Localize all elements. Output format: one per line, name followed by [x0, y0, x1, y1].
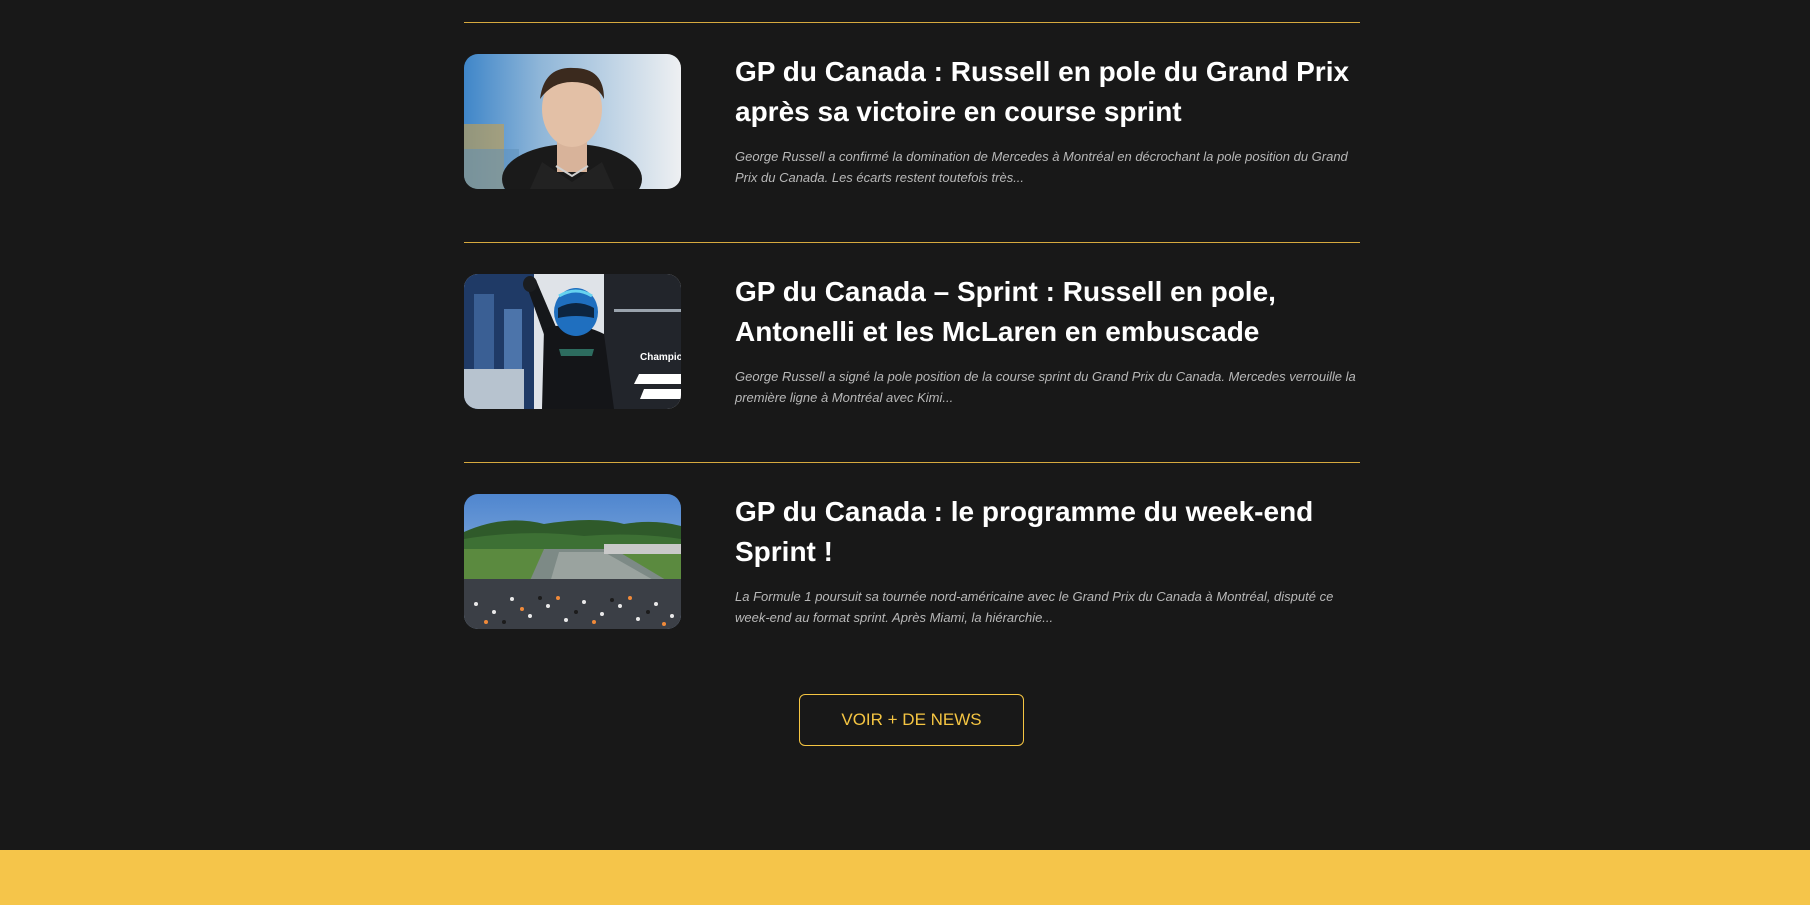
- article-excerpt: La Formule 1 poursuit sa tournée nord-am…: [735, 589, 1334, 625]
- champion-sign-text: Champion: [640, 352, 681, 363]
- article-thumbnail-driver-waving[interactable]: Champion: [464, 274, 681, 409]
- news-item: GP du Canada : Russell en pole du Grand …: [464, 22, 1360, 242]
- driver-waving-podium-image: Champion: [464, 274, 681, 409]
- footer-band: [0, 850, 1810, 905]
- article-thumbnail-driver-portrait[interactable]: [464, 54, 681, 189]
- news-list: GP du Canada : Russell en pole du Grand …: [464, 22, 1360, 682]
- circuit-crowd-aerial-image: [464, 494, 681, 629]
- article-excerpt: George Russell a confirmé la domination …: [735, 149, 1348, 185]
- article-text: GP du Canada : Russell en pole du Grand …: [735, 52, 1360, 188]
- news-item: Champion GP du Canada – Sprint : Russell…: [464, 242, 1360, 462]
- article-thumbnail-circuit[interactable]: [464, 494, 681, 629]
- article-text: GP du Canada : le programme du week-end …: [735, 492, 1360, 628]
- article-title[interactable]: GP du Canada – Sprint : Russell en pole,…: [735, 272, 1360, 352]
- article-title[interactable]: GP du Canada : Russell en pole du Grand …: [735, 52, 1360, 132]
- article-excerpt: George Russell a signé la pole position …: [735, 369, 1356, 405]
- article-title[interactable]: GP du Canada : le programme du week-end …: [735, 492, 1360, 572]
- more-news-button[interactable]: VOIR + DE NEWS: [799, 694, 1024, 746]
- news-item: GP du Canada : le programme du week-end …: [464, 462, 1360, 682]
- driver-portrait-image: [464, 54, 681, 189]
- article-text: GP du Canada – Sprint : Russell en pole,…: [735, 272, 1360, 408]
